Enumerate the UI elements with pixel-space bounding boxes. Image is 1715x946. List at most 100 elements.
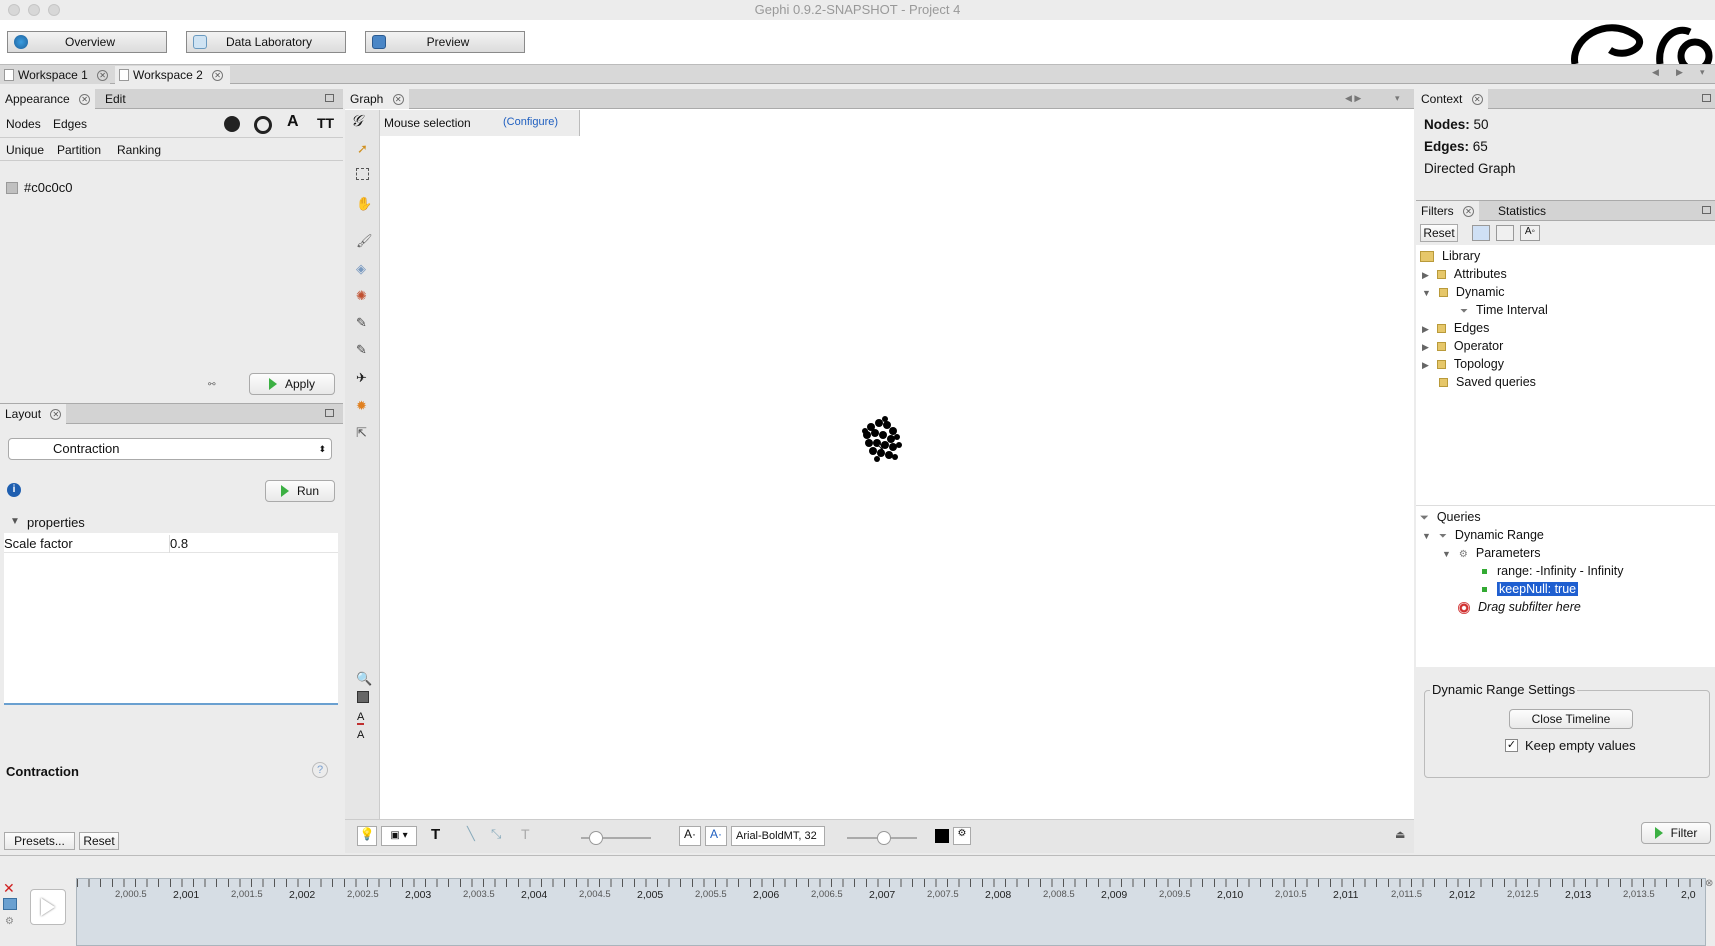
library-item-dynamic[interactable]: ▼ Dynamic bbox=[1422, 283, 1505, 301]
close-tab-icon[interactable]: ✕ bbox=[212, 70, 224, 82]
minimize-window-icon[interactable] bbox=[28, 4, 40, 16]
workspace-tab-1[interactable]: Workspace 1 ✕ bbox=[0, 66, 110, 84]
tab-ranking[interactable]: Ranking bbox=[117, 143, 161, 157]
link-icon[interactable]: ⚯ bbox=[208, 379, 216, 390]
screenshot-icon[interactable]: ▣ ▾ bbox=[381, 826, 417, 846]
minimize-panel-icon[interactable] bbox=[1702, 206, 1711, 214]
painter-icon[interactable]: 🖌 bbox=[356, 233, 373, 249]
background-color-icon[interactable] bbox=[357, 691, 369, 703]
timeline-ruler[interactable]: 2,000.5 2,001 2,001.5 2,002 2,002.5 2,003 2,00… bbox=[76, 878, 1706, 946]
label-color-icon[interactable]: A bbox=[357, 711, 365, 725]
close-window-icon[interactable] bbox=[8, 4, 20, 16]
play-timeline-button[interactable] bbox=[30, 889, 66, 925]
keep-empty-values-checkbox[interactable]: ✓ Keep empty values bbox=[1505, 738, 1636, 753]
direct-selection-icon[interactable]: ➚ bbox=[357, 141, 368, 157]
param-keepnull[interactable]: keepNull: true bbox=[1482, 580, 1579, 598]
close-tab-icon[interactable]: ✕ bbox=[50, 409, 62, 421]
library-root[interactable]: Library bbox=[1420, 247, 1480, 265]
label-font-field[interactable]: Arial-BoldMT, 32 bbox=[731, 826, 825, 846]
settings-icon[interactable]: ⚙ bbox=[953, 827, 971, 845]
scroll-left-icon[interactable]: ◀ ▶ bbox=[1345, 93, 1361, 104]
label-font-icon[interactable]: A bbox=[357, 729, 364, 741]
edge-pencil-icon[interactable]: ✎ bbox=[356, 315, 367, 331]
node-pencil-icon[interactable]: ✎ bbox=[356, 342, 367, 358]
filter-button[interactable]: Filter bbox=[1641, 822, 1711, 844]
library-item-edges[interactable]: ▶ Edges bbox=[1422, 319, 1489, 337]
neighbors-icon[interactable]: ✹ bbox=[356, 398, 367, 414]
library-item-attributes[interactable]: ▶ Attributes bbox=[1422, 265, 1507, 283]
tab-graph[interactable]: Graph ✕ bbox=[345, 89, 409, 109]
edit-cursor-icon[interactable]: ⇱ bbox=[356, 425, 367, 441]
color-swatch[interactable] bbox=[6, 181, 18, 194]
scale-factor-row[interactable]: Scale factor 0.8 bbox=[4, 535, 338, 553]
label-color-icon[interactable]: A bbox=[287, 113, 299, 131]
tab-layout[interactable]: Layout ✕ bbox=[0, 404, 67, 424]
minimize-panel-icon[interactable] bbox=[325, 409, 334, 417]
library-item-operator[interactable]: ▶ Operator bbox=[1422, 337, 1503, 355]
close-tab-icon[interactable]: ✕ bbox=[97, 70, 109, 82]
configure-link[interactable]: (Configure) bbox=[503, 116, 558, 128]
data-laboratory-button[interactable]: Data Laboratory bbox=[186, 31, 346, 53]
color-palette-icon[interactable] bbox=[224, 116, 240, 132]
tab-filters[interactable]: Filters ✕ bbox=[1416, 201, 1480, 221]
filter-export-icon[interactable] bbox=[1496, 225, 1514, 241]
tab-edges[interactable]: Edges bbox=[53, 117, 87, 131]
drag-icon[interactable]: ✋ bbox=[356, 196, 372, 212]
checkbox-checked-icon[interactable]: ✓ bbox=[1505, 739, 1518, 752]
reset-filters-button[interactable]: Reset bbox=[1420, 224, 1458, 242]
timeline-settings-icon[interactable]: ⚙ bbox=[5, 916, 14, 927]
close-icon[interactable]: ⊗ bbox=[1705, 878, 1713, 889]
tab-unique[interactable]: Unique bbox=[6, 143, 44, 157]
collapse-toolbar-icon[interactable]: ⏏ bbox=[1395, 828, 1405, 841]
tab-list-icon[interactable]: ▾ bbox=[1700, 67, 1705, 78]
properties-group[interactable]: ▼ properties bbox=[4, 513, 338, 533]
show-labels-icon[interactable]: T bbox=[431, 826, 440, 843]
zoom-window-icon[interactable] bbox=[48, 4, 60, 16]
font-size-up-icon[interactable]: A· bbox=[705, 826, 727, 846]
scroll-right-icon[interactable]: ▶ bbox=[1676, 67, 1683, 78]
filter-rename-icon[interactable]: A◦ bbox=[1520, 225, 1540, 241]
tab-context[interactable]: Context ✕ bbox=[1416, 89, 1488, 109]
light-bulb-icon[interactable]: 💡 bbox=[357, 826, 377, 846]
library-item-topology[interactable]: ▶ Topology bbox=[1422, 355, 1504, 373]
edge-label-icon[interactable]: T bbox=[521, 826, 530, 842]
tab-partition[interactable]: Partition bbox=[57, 143, 101, 157]
edge-icon[interactable]: ╲ bbox=[467, 826, 475, 842]
overview-button[interactable]: Overview bbox=[7, 31, 167, 53]
close-timeline-button[interactable]: Close Timeline bbox=[1509, 709, 1633, 729]
unique-color-row[interactable]: #c0c0c0 bbox=[6, 180, 72, 195]
query-dynamic-range[interactable]: ▼ ⏷ Dynamic Range bbox=[1422, 526, 1544, 544]
library-item-saved-queries[interactable]: Saved queries bbox=[1439, 373, 1536, 391]
edge-color-icon[interactable]: ⤡ bbox=[491, 826, 501, 842]
scale-factor-value[interactable]: 0.8 bbox=[170, 536, 188, 551]
minimize-panel-icon[interactable] bbox=[1702, 94, 1711, 102]
zoom-icon[interactable]: 🔍 bbox=[356, 671, 372, 687]
size-icon[interactable] bbox=[254, 116, 272, 134]
tab-nodes[interactable]: Nodes bbox=[6, 117, 41, 131]
drag-subfilter-target[interactable]: Drag subfilter here bbox=[1458, 598, 1581, 616]
tab-edit[interactable]: Edit bbox=[95, 89, 131, 109]
query-parameters[interactable]: ▼ ⚙ Parameters bbox=[1442, 544, 1541, 562]
font-size-down-icon[interactable]: A· bbox=[679, 826, 701, 846]
param-range[interactable]: range: -Infinity - Infinity bbox=[1482, 562, 1623, 580]
presets-button[interactable]: Presets... bbox=[4, 832, 75, 850]
info-icon[interactable]: i bbox=[7, 483, 21, 497]
sizer-icon[interactable]: ◈ bbox=[356, 261, 366, 277]
tab-statistics[interactable]: Statistics bbox=[1486, 201, 1551, 221]
scroll-left-icon[interactable]: ◀ bbox=[1652, 67, 1659, 78]
label-size-icon[interactable]: TT bbox=[317, 115, 334, 131]
close-timeline-icon[interactable]: ✕ bbox=[3, 880, 15, 897]
tab-appearance[interactable]: Appearance ✕ bbox=[0, 89, 96, 109]
label-size-slider[interactable] bbox=[847, 831, 917, 845]
slider-handle[interactable] bbox=[589, 831, 603, 845]
minimize-panel-icon[interactable] bbox=[325, 94, 334, 102]
heat-map-icon[interactable]: ✺ bbox=[356, 288, 367, 304]
queries-root[interactable]: ⏷ Queries bbox=[1420, 508, 1481, 526]
timeline-chart-icon[interactable] bbox=[3, 898, 17, 910]
edge-scale-slider[interactable] bbox=[581, 831, 651, 845]
graph-canvas[interactable] bbox=[855, 415, 915, 467]
run-button[interactable]: Run bbox=[265, 480, 335, 502]
rectangle-selection-icon[interactable] bbox=[356, 168, 369, 180]
library-item-time-interval[interactable]: ⏷ Time Interval bbox=[1460, 301, 1548, 319]
layout-algorithm-select[interactable]: Contraction ⬍ bbox=[8, 438, 332, 460]
